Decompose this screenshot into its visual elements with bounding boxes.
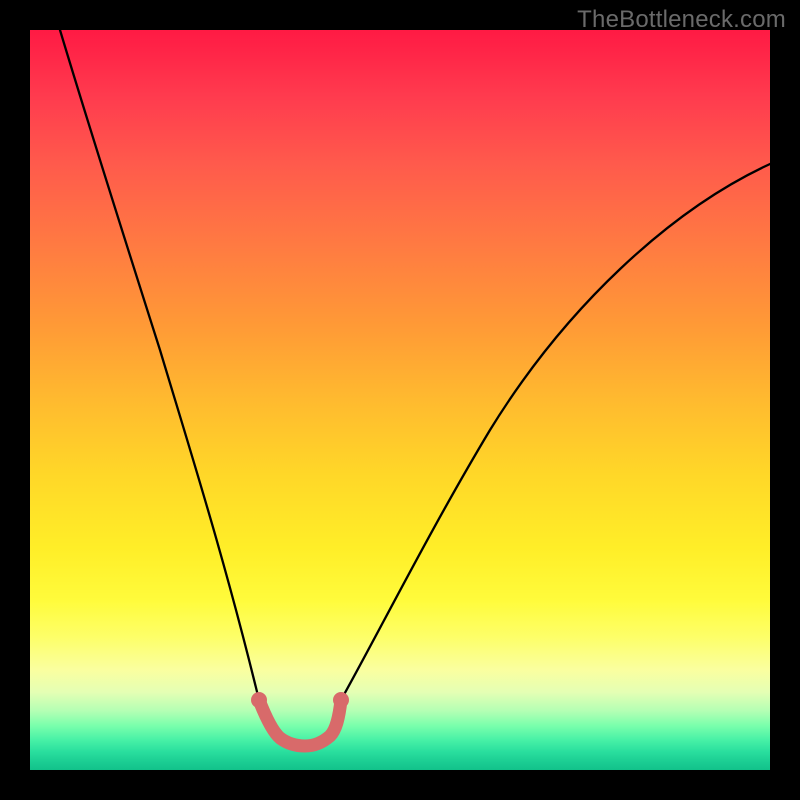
watermark-text: TheBottleneck.com bbox=[577, 6, 786, 34]
curve-layer bbox=[30, 30, 770, 770]
chart-frame: TheBottleneck.com bbox=[0, 0, 800, 800]
valley-endpoint-right bbox=[333, 692, 349, 708]
left-curve bbox=[60, 30, 259, 700]
plot-area bbox=[30, 30, 770, 770]
right-curve bbox=[341, 164, 770, 700]
valley-highlight bbox=[259, 700, 341, 746]
valley-endpoint-left bbox=[251, 692, 267, 708]
